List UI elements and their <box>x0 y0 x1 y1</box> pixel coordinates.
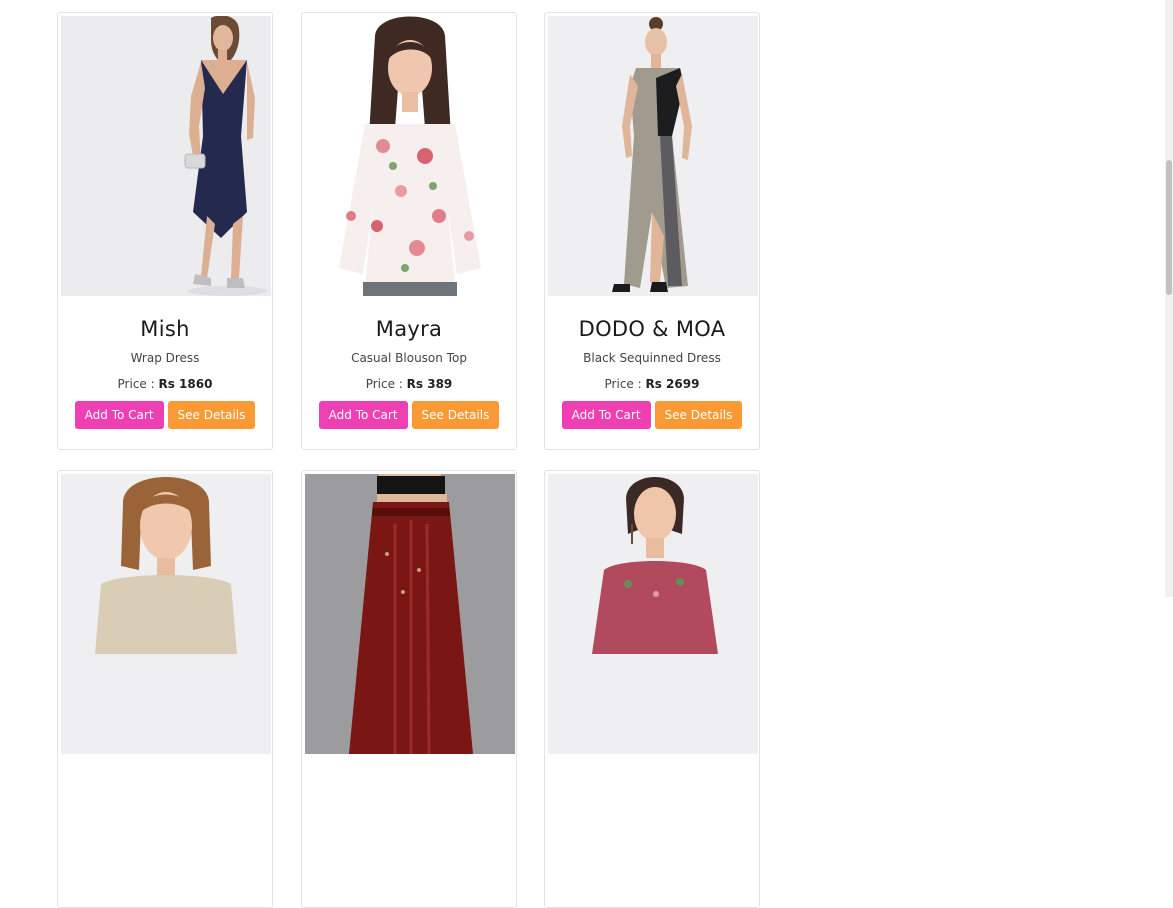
product-card <box>57 470 273 908</box>
product-price: Price : Rs 389 <box>302 377 516 391</box>
product-name: Casual Blouson Top <box>351 351 467 365</box>
card-actions: Add To Cart See Details <box>58 401 272 429</box>
product-image[interactable] <box>61 16 271 296</box>
product-name: Black Sequinned Dress <box>583 351 721 365</box>
add-to-cart-button[interactable]: Add To Cart <box>74 401 164 429</box>
price-value: Rs 2699 <box>645 377 700 391</box>
pink-printed-top-photo <box>548 474 758 754</box>
price-value: Rs 1860 <box>158 377 213 391</box>
scrollbar-thumb[interactable] <box>1166 160 1172 295</box>
product-image[interactable] <box>61 474 271 754</box>
see-details-button[interactable]: See Details <box>167 401 256 429</box>
product-image[interactable] <box>305 16 515 296</box>
product-price: Price : Rs 1860 <box>58 377 272 391</box>
see-details-button[interactable]: See Details <box>654 401 743 429</box>
sequin-top-photo <box>61 474 271 754</box>
price-label: Price : <box>365 377 407 391</box>
product-name: Wrap Dress <box>130 351 200 365</box>
navy-wrap-dress-photo <box>61 16 271 296</box>
product-image[interactable] <box>548 16 758 296</box>
price-value: Rs 389 <box>406 377 453 391</box>
vertical-scrollbar[interactable] <box>1165 0 1173 597</box>
product-card: Mish Wrap Dress Price : Rs 1860 Add To C… <box>57 12 273 450</box>
product-brand: DODO & MOA <box>578 317 726 341</box>
price-label: Price : <box>604 377 646 391</box>
price-label: Price : <box>117 377 159 391</box>
product-image[interactable] <box>548 474 758 754</box>
product-image[interactable] <box>305 474 515 754</box>
red-printed-skirt-photo <box>305 474 515 754</box>
product-price: Price : Rs 2699 <box>545 377 759 391</box>
product-card: Mayra Casual Blouson Top Price : Rs 389 … <box>301 12 517 450</box>
product-card: DODO & MOA Black Sequinned Dress Price :… <box>544 12 760 450</box>
card-actions: Add To Cart See Details <box>545 401 759 429</box>
product-brand: Mish <box>140 317 190 341</box>
product-card <box>544 470 760 908</box>
product-brand: Mayra <box>375 317 443 341</box>
product-grid: Mish Wrap Dress Price : Rs 1860 Add To C… <box>0 0 1160 908</box>
silver-sequinned-dress-photo <box>548 16 758 296</box>
add-to-cart-button[interactable]: Add To Cart <box>561 401 651 429</box>
card-actions: Add To Cart See Details <box>302 401 516 429</box>
product-card <box>301 470 517 908</box>
see-details-button[interactable]: See Details <box>411 401 500 429</box>
add-to-cart-button[interactable]: Add To Cart <box>318 401 408 429</box>
floral-blouson-top-photo <box>305 16 515 296</box>
